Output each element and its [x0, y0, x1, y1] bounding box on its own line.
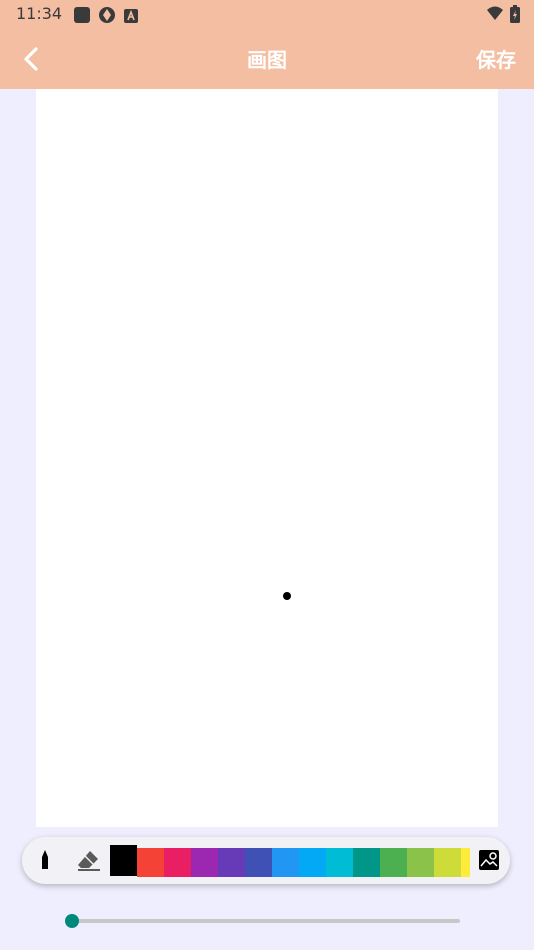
a-letter-icon [124, 8, 138, 27]
color-swatch[interactable] [110, 845, 137, 876]
status-time: 11:34 [16, 4, 63, 23]
eraser-icon [78, 851, 100, 871]
brush-size-slider[interactable] [65, 912, 462, 930]
color-swatch[interactable] [380, 848, 407, 877]
color-swatch[interactable] [299, 848, 326, 877]
drawn-dot [283, 592, 291, 600]
color-swatch[interactable] [434, 848, 461, 877]
page-title: 画图 [247, 48, 287, 72]
app-bar: 画图 保存 [0, 28, 534, 89]
drawing-toolbar [22, 837, 510, 884]
color-swatch[interactable] [353, 848, 380, 877]
color-swatch[interactable] [218, 848, 245, 877]
image-icon [479, 850, 499, 870]
slider-track [72, 919, 460, 923]
slider-thumb[interactable] [65, 914, 79, 928]
color-swatch[interactable] [191, 848, 218, 877]
eraser-tool-button[interactable] [76, 849, 102, 873]
status-icons-left [74, 6, 138, 28]
insert-image-button[interactable] [478, 849, 500, 871]
color-swatch[interactable] [461, 848, 470, 877]
battery-icon [510, 5, 520, 27]
color-swatch[interactable] [164, 848, 191, 877]
color-swatch[interactable] [137, 848, 164, 877]
color-swatch[interactable] [326, 848, 353, 877]
color-swatch[interactable] [272, 848, 299, 877]
aperture-icon [98, 6, 116, 28]
drawing-canvas[interactable] [36, 89, 498, 827]
color-swatch[interactable] [407, 848, 434, 877]
color-palette [110, 845, 470, 877]
square-app-icon [74, 7, 90, 27]
color-swatch[interactable] [245, 848, 272, 877]
status-bar: 11:34 [0, 0, 534, 28]
wifi-icon [486, 6, 504, 26]
pen-tool-button[interactable] [36, 849, 54, 873]
pen-icon [42, 850, 48, 869]
status-icons-right [486, 5, 520, 27]
save-button[interactable]: 保存 [476, 44, 516, 73]
